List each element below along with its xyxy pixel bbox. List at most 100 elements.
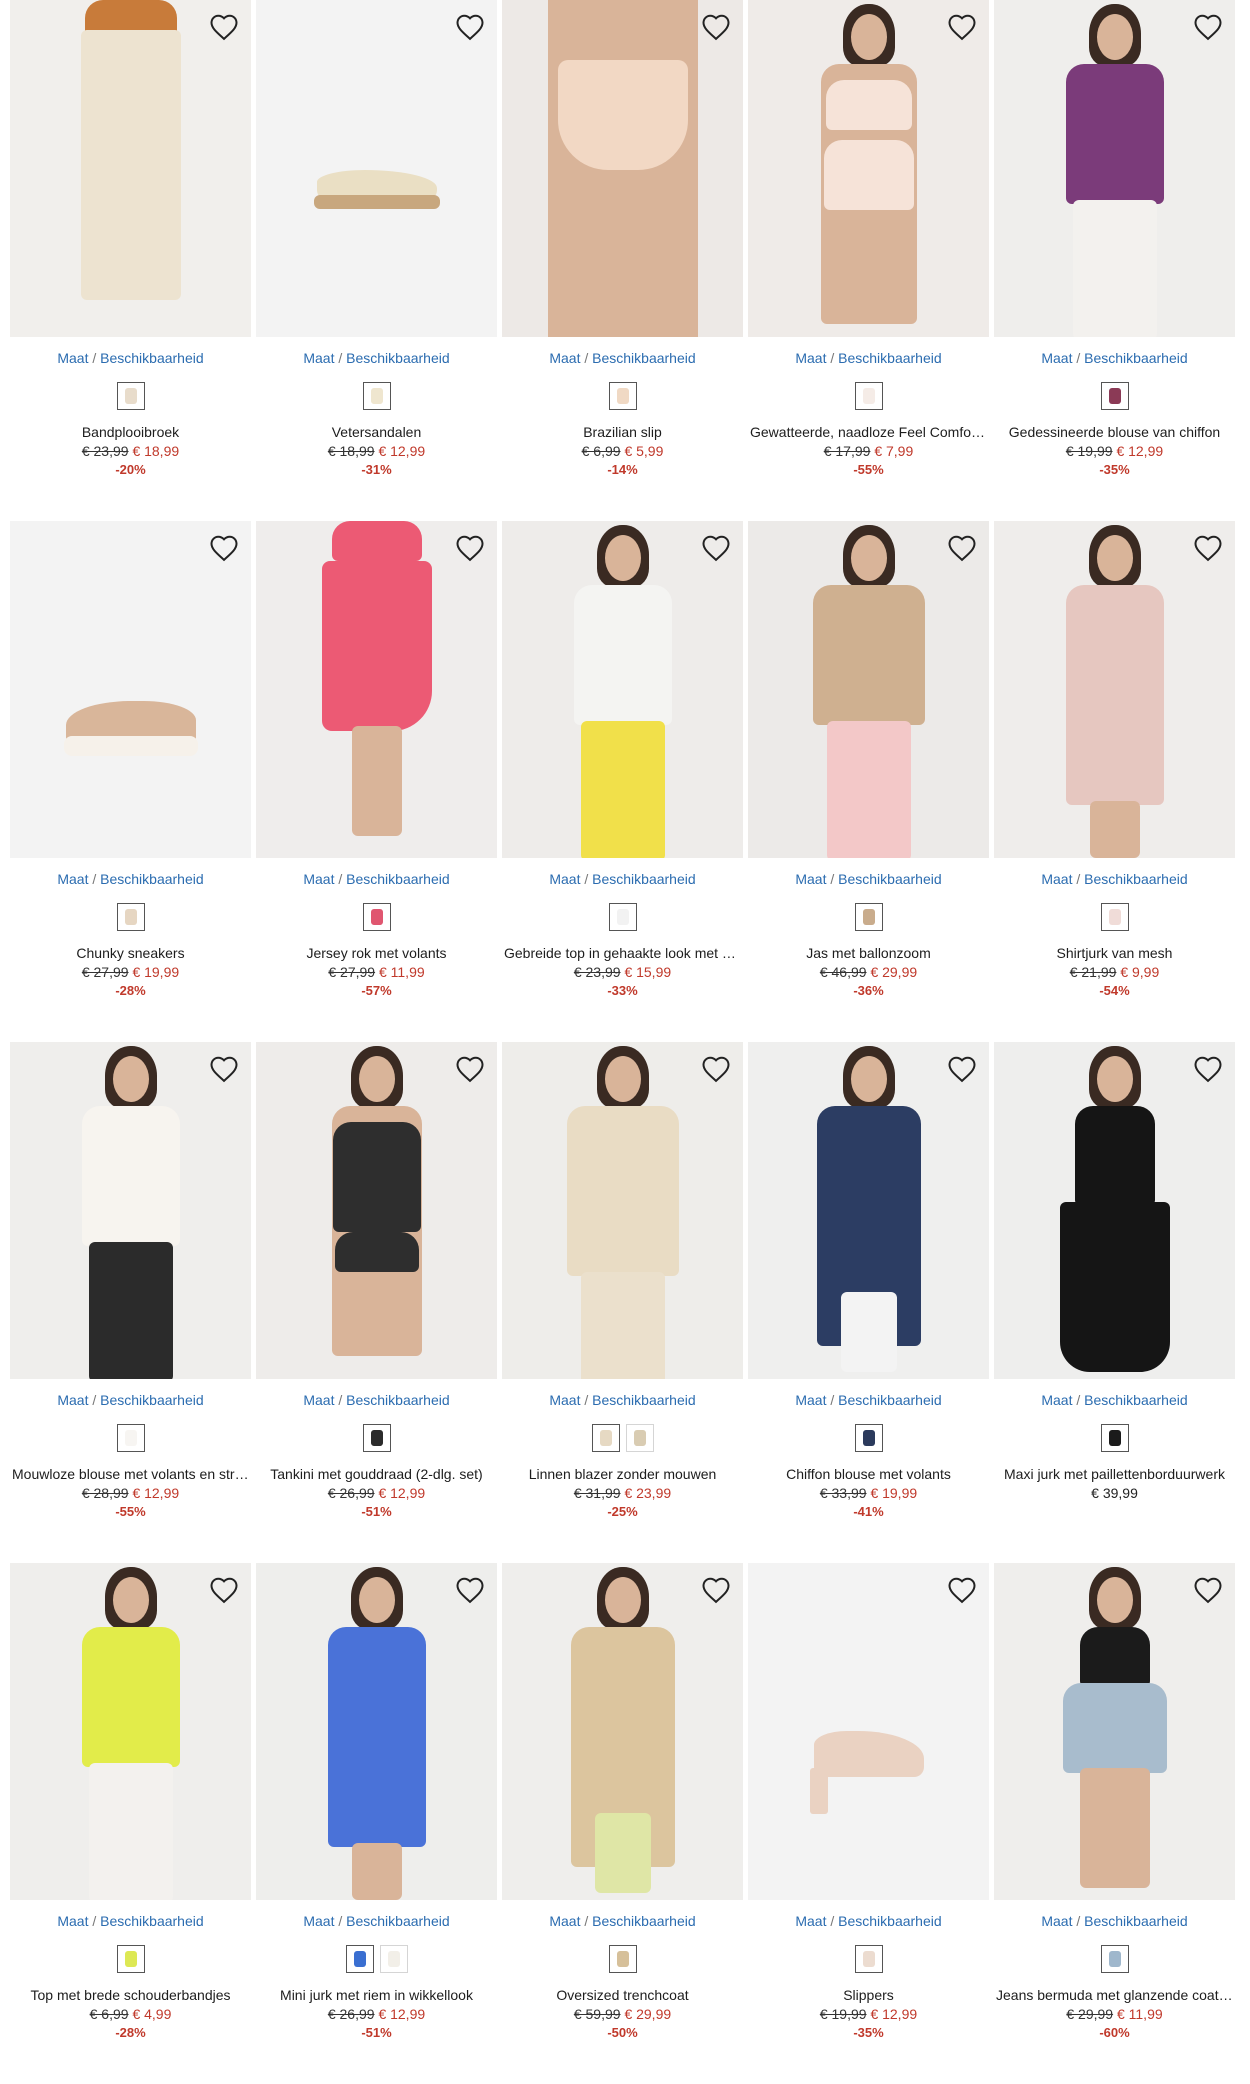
product-name[interactable]: Chiffon blouse met volants <box>748 1465 989 1484</box>
wishlist-heart-icon[interactable] <box>453 1052 487 1086</box>
product-name[interactable]: Mini jurk met riem in wikkellook <box>256 1986 497 2005</box>
product-card[interactable]: Maat / Beschikbaarheid Jeans bermuda met … <box>994 1563 1235 2084</box>
product-image[interactable] <box>994 1563 1235 1900</box>
color-swatch[interactable] <box>591 1424 620 1452</box>
size-availability-link[interactable]: Maat / Beschikbaarheid <box>502 1391 743 1409</box>
product-image[interactable] <box>748 521 989 858</box>
color-swatch[interactable] <box>608 903 637 931</box>
product-name[interactable]: Gewatteerde, naadloze Feel Comfort beha <box>748 423 989 442</box>
product-image[interactable] <box>748 0 989 337</box>
size-availability-link[interactable]: Maat / Beschikbaarheid <box>748 1391 989 1409</box>
color-swatch[interactable] <box>854 382 883 410</box>
wishlist-heart-icon[interactable] <box>207 1052 241 1086</box>
size-availability-link[interactable]: Maat / Beschikbaarheid <box>256 349 497 367</box>
wishlist-heart-icon[interactable] <box>699 531 733 565</box>
product-card[interactable]: Maat / Beschikbaarheid Mouwloze blouse me… <box>10 1042 251 1563</box>
product-card[interactable]: Maat / Beschikbaarheid Jas met ballonzoom… <box>748 521 989 1042</box>
wishlist-heart-icon[interactable] <box>207 1573 241 1607</box>
color-swatch[interactable] <box>625 1424 654 1452</box>
product-name[interactable]: Jas met ballonzoom <box>748 944 989 963</box>
wishlist-heart-icon[interactable] <box>699 1052 733 1086</box>
product-image[interactable] <box>256 1042 497 1379</box>
product-card[interactable]: Maat / Beschikbaarheid Chiffon blouse met… <box>748 1042 989 1563</box>
size-availability-link[interactable]: Maat / Beschikbaarheid <box>748 349 989 367</box>
wishlist-heart-icon[interactable] <box>207 531 241 565</box>
color-swatch[interactable] <box>116 903 145 931</box>
color-swatch[interactable] <box>608 1945 637 1973</box>
size-availability-link[interactable]: Maat / Beschikbaarheid <box>502 870 743 888</box>
product-name[interactable]: Jeans bermuda met glanzende coating <box>994 1986 1235 2005</box>
color-swatch[interactable] <box>379 1945 408 1973</box>
color-swatch[interactable] <box>116 1424 145 1452</box>
product-image[interactable] <box>502 1042 743 1379</box>
color-swatch[interactable] <box>362 382 391 410</box>
color-swatch[interactable] <box>362 903 391 931</box>
color-swatch[interactable] <box>116 1945 145 1973</box>
product-name[interactable]: Slippers <box>748 1986 989 2005</box>
size-availability-link[interactable]: Maat / Beschikbaarheid <box>10 870 251 888</box>
product-name[interactable]: Maxi jurk met paillettenborduurwerk <box>994 1465 1235 1484</box>
wishlist-heart-icon[interactable] <box>1191 10 1225 44</box>
product-image[interactable] <box>502 0 743 337</box>
product-card[interactable]: Maat / Beschikbaarheid Slippers € 19,99 € … <box>748 1563 989 2084</box>
product-card[interactable]: Maat / Beschikbaarheid Brazilian slip € 6,… <box>502 0 743 521</box>
product-name[interactable]: Tankini met gouddraad (2-dlg. set) <box>256 1465 497 1484</box>
product-image[interactable] <box>502 521 743 858</box>
color-swatch[interactable] <box>362 1424 391 1452</box>
product-card[interactable]: Maat / Beschikbaarheid Bandplooibroek € 23… <box>10 0 251 521</box>
wishlist-heart-icon[interactable] <box>453 531 487 565</box>
product-name[interactable]: Gebreide top in gehaakte look met volant… <box>502 944 743 963</box>
color-swatch[interactable] <box>854 1945 883 1973</box>
wishlist-heart-icon[interactable] <box>207 10 241 44</box>
product-name[interactable]: Shirtjurk van mesh <box>994 944 1235 963</box>
product-image[interactable] <box>256 521 497 858</box>
size-availability-link[interactable]: Maat / Beschikbaarheid <box>748 870 989 888</box>
wishlist-heart-icon[interactable] <box>1191 1573 1225 1607</box>
product-image[interactable] <box>10 1563 251 1900</box>
product-name[interactable]: Bandplooibroek <box>10 423 251 442</box>
color-swatch[interactable] <box>854 903 883 931</box>
color-swatch[interactable] <box>116 382 145 410</box>
product-image[interactable] <box>10 0 251 337</box>
product-image[interactable] <box>748 1042 989 1379</box>
size-availability-link[interactable]: Maat / Beschikbaarheid <box>502 1912 743 1930</box>
product-card[interactable]: Maat / Beschikbaarheid Shirtjurk van mesh… <box>994 521 1235 1042</box>
size-availability-link[interactable]: Maat / Beschikbaarheid <box>256 1391 497 1409</box>
product-name[interactable]: Vetersandalen <box>256 423 497 442</box>
product-card[interactable]: Maat / Beschikbaarheid Chunky sneakers € 2… <box>10 521 251 1042</box>
size-availability-link[interactable]: Maat / Beschikbaarheid <box>10 349 251 367</box>
size-availability-link[interactable]: Maat / Beschikbaarheid <box>994 349 1235 367</box>
size-availability-link[interactable]: Maat / Beschikbaarheid <box>10 1912 251 1930</box>
color-swatch[interactable] <box>1100 1424 1129 1452</box>
product-card[interactable]: Maat / Beschikbaarheid Jersey rok met vol… <box>256 521 497 1042</box>
size-availability-link[interactable]: Maat / Beschikbaarheid <box>10 1391 251 1409</box>
size-availability-link[interactable]: Maat / Beschikbaarheid <box>994 870 1235 888</box>
wishlist-heart-icon[interactable] <box>945 1052 979 1086</box>
wishlist-heart-icon[interactable] <box>945 1573 979 1607</box>
wishlist-heart-icon[interactable] <box>1191 1052 1225 1086</box>
product-card[interactable]: Maat / Beschikbaarheid Gebreide top in ge… <box>502 521 743 1042</box>
product-name[interactable]: Jersey rok met volants <box>256 944 497 963</box>
product-image[interactable] <box>10 1042 251 1379</box>
product-image[interactable] <box>994 0 1235 337</box>
product-name[interactable]: Oversized trenchcoat <box>502 1986 743 2005</box>
color-swatch[interactable] <box>345 1945 374 1973</box>
product-card[interactable]: Maat / Beschikbaarheid Tankini met gouddr… <box>256 1042 497 1563</box>
product-card[interactable]: Maat / Beschikbaarheid Vetersandalen € 18,… <box>256 0 497 521</box>
product-name[interactable]: Gedessineerde blouse van chiffon <box>994 423 1235 442</box>
color-swatch[interactable] <box>854 1424 883 1452</box>
product-image[interactable] <box>256 1563 497 1900</box>
product-name[interactable]: Chunky sneakers <box>10 944 251 963</box>
color-swatch[interactable] <box>1100 382 1129 410</box>
product-card[interactable]: Maat / Beschikbaarheid Oversized trenchco… <box>502 1563 743 2084</box>
product-image[interactable] <box>10 521 251 858</box>
product-image[interactable] <box>994 1042 1235 1379</box>
color-swatch[interactable] <box>1100 1945 1129 1973</box>
size-availability-link[interactable]: Maat / Beschikbaarheid <box>994 1391 1235 1409</box>
size-availability-link[interactable]: Maat / Beschikbaarheid <box>748 1912 989 1930</box>
product-name[interactable]: Brazilian slip <box>502 423 743 442</box>
product-card[interactable]: Maat / Beschikbaarheid Linnen blazer zond… <box>502 1042 743 1563</box>
product-name[interactable]: Mouwloze blouse met volants en strikband… <box>10 1465 251 1484</box>
product-card[interactable]: Maat / Beschikbaarheid Gewatteerde, naadl… <box>748 0 989 521</box>
wishlist-heart-icon[interactable] <box>699 10 733 44</box>
